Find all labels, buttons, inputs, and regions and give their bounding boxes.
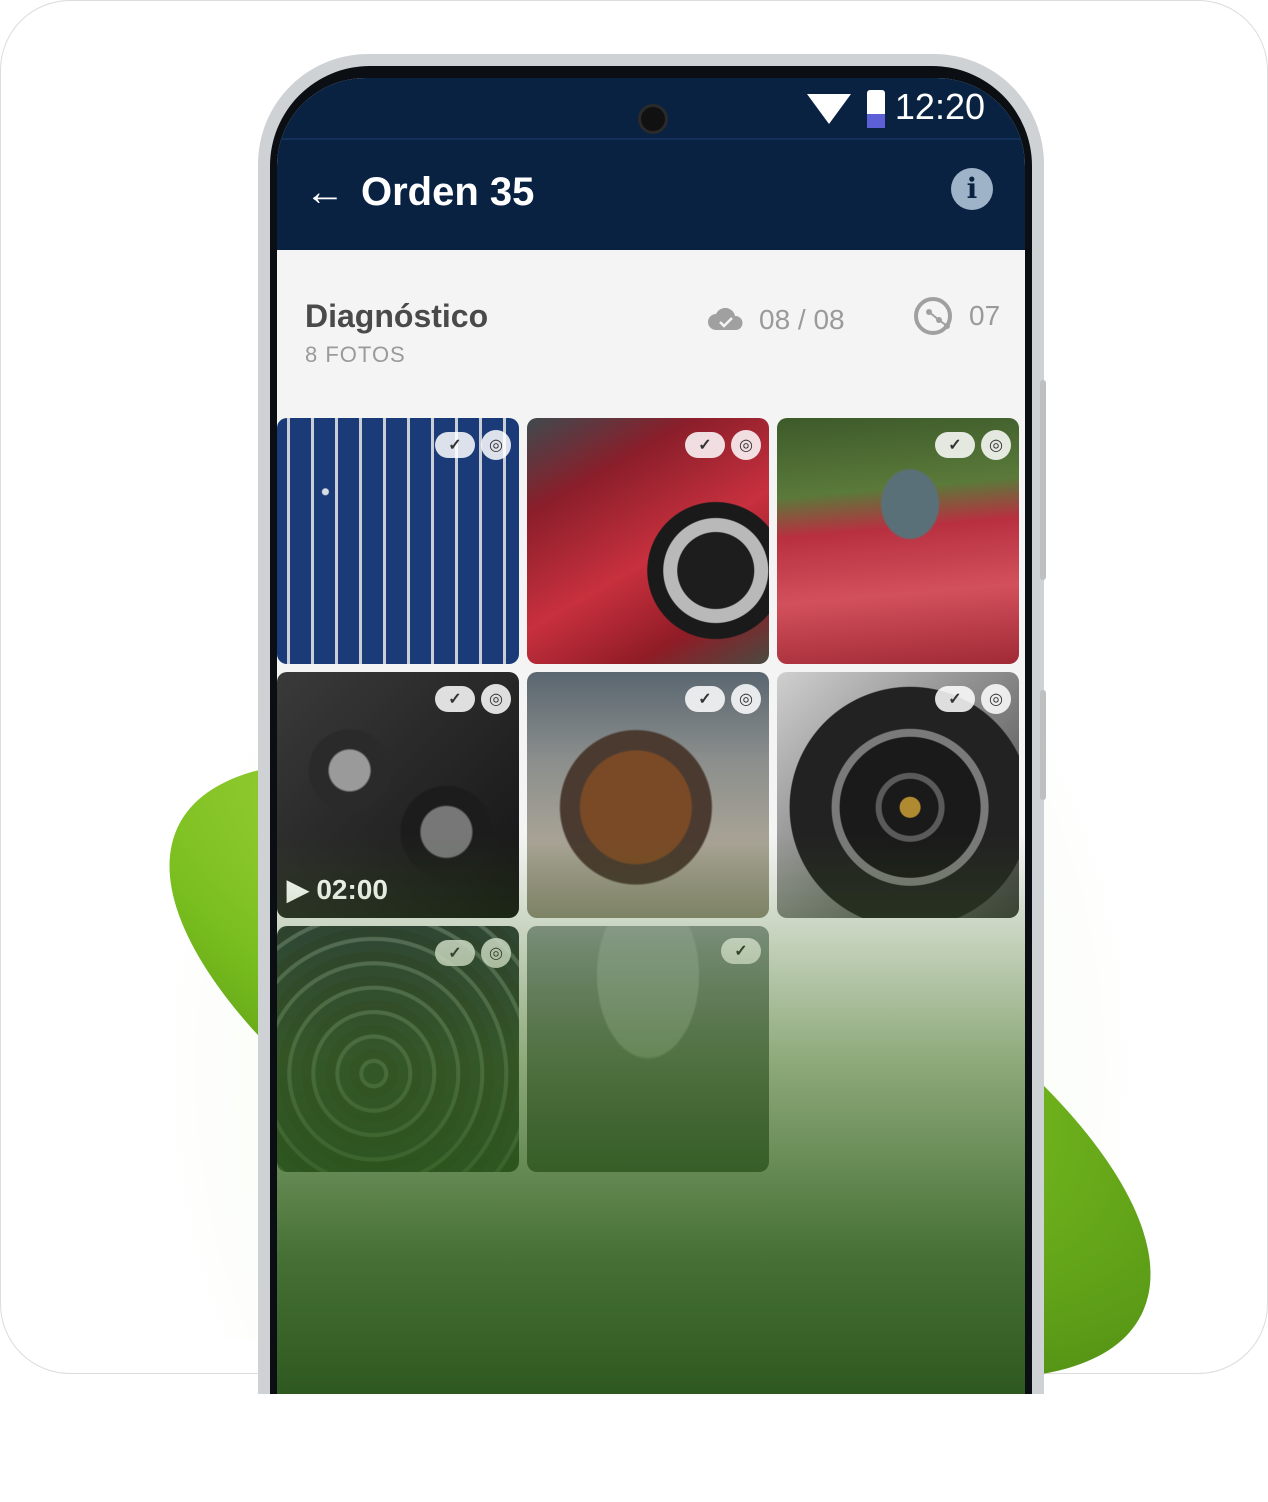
photo-grid: ✓ ◎ ✓ ◎ ✓ ◎ ✓ ◎ ▶ 02:00 ✓ ◎ ✓ ◎ ✓ ◎ ✓ <box>277 418 1025 1394</box>
status-time: 12:20 <box>894 86 985 127</box>
section-title: Diagnóstico <box>305 298 489 334</box>
tile-badges: ✓ ◎ <box>435 938 511 968</box>
front-camera <box>638 104 668 134</box>
cloud-check-icon: ✓ <box>685 432 725 458</box>
ai-head-icon: ◎ <box>481 430 511 460</box>
ai-head-icon: ◎ <box>481 938 511 968</box>
tile-badges: ✓ ◎ <box>935 684 1011 714</box>
app-bar: ← Orden 35 i <box>277 138 1025 252</box>
tile-badges: ✓ ◎ <box>435 684 511 714</box>
photo-tile[interactable]: ✓ ◎ <box>277 926 519 1172</box>
ai-head-icon: ◎ <box>731 684 761 714</box>
ai-count-text: 07 <box>969 300 1001 331</box>
back-arrow-icon[interactable]: ← <box>305 172 345 212</box>
upload-status: 08 / 08 <box>707 304 845 336</box>
video-duration-text: 02:00 <box>316 874 388 905</box>
phone-side-button <box>1040 690 1046 800</box>
photo-tile[interactable]: ✓ <box>527 926 769 1172</box>
info-icon[interactable]: i <box>951 168 993 210</box>
upload-count-text: 08 / 08 <box>759 304 845 335</box>
phone-mockup: 12:20 ← Orden 35 i Diagnóstico 8 FOTOS 0… <box>258 54 1044 1394</box>
tile-badges: ✓ ◎ <box>435 430 511 460</box>
ai-head-icon <box>914 297 952 335</box>
tile-badges: ✓ ◎ <box>685 430 761 460</box>
cloud-check-icon: ✓ <box>685 686 725 712</box>
cloud-check-icon: ✓ <box>435 940 475 966</box>
battery-icon <box>867 90 885 128</box>
photo-tile[interactable]: ✓ ◎ <box>277 418 519 664</box>
ai-head-icon: ◎ <box>981 684 1011 714</box>
cloud-check-icon: ✓ <box>721 938 761 964</box>
tile-badges: ✓ <box>721 938 761 964</box>
tile-badges: ✓ ◎ <box>935 430 1011 460</box>
photo-tile[interactable]: ✓ ◎ <box>777 672 1019 918</box>
section-header: Diagnóstico 8 FOTOS 08 / 08 07 <box>277 250 1025 418</box>
status-bar: 12:20 <box>277 78 1025 138</box>
wifi-icon <box>807 94 851 124</box>
photo-tile[interactable]: ✓ ◎ <box>527 418 769 664</box>
cloud-check-icon: ✓ <box>935 432 975 458</box>
cloud-check-icon: ✓ <box>435 432 475 458</box>
page-title: Orden 35 <box>361 170 535 214</box>
photo-tile[interactable]: ✓ ◎ <box>527 672 769 918</box>
phone-body: 12:20 ← Orden 35 i Diagnóstico 8 FOTOS 0… <box>270 66 1032 1394</box>
section-photo-count: 8 FOTOS <box>305 342 406 367</box>
ai-head-icon: ◎ <box>481 684 511 714</box>
phone-side-button <box>1040 380 1046 580</box>
ai-analysis-status: 07 <box>913 294 1000 338</box>
cloud-check-icon: ✓ <box>435 686 475 712</box>
ai-head-icon: ◎ <box>731 430 761 460</box>
ai-head-icon: ◎ <box>981 430 1011 460</box>
cloud-check-icon: ✓ <box>935 686 975 712</box>
photo-tile[interactable]: ✓ ◎ <box>777 418 1019 664</box>
phone-screen: 12:20 ← Orden 35 i Diagnóstico 8 FOTOS 0… <box>277 78 1025 1394</box>
video-duration: ▶ 02:00 <box>287 874 388 905</box>
tile-badges: ✓ ◎ <box>685 684 761 714</box>
cloud-check-icon <box>708 308 743 330</box>
photo-tile[interactable]: ✓ ◎ ▶ 02:00 <box>277 672 519 918</box>
